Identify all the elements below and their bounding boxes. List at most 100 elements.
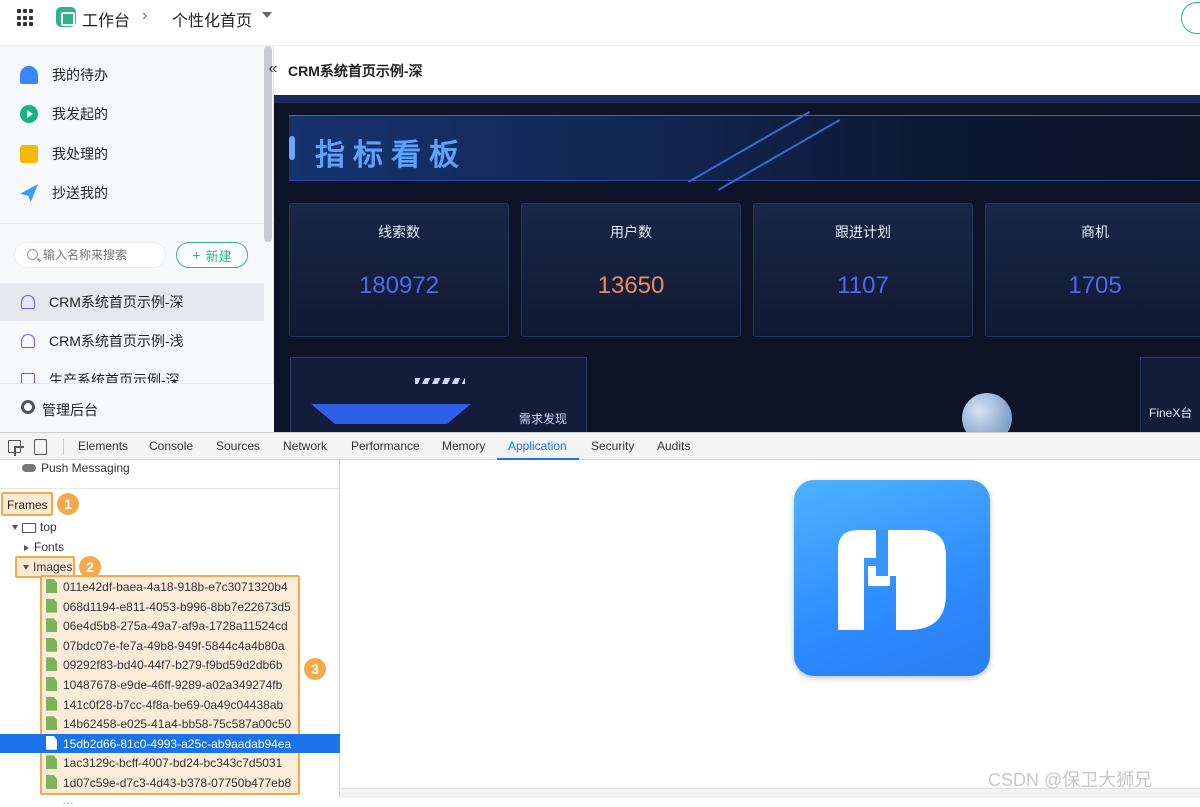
sidebar-item-cc[interactable]: 抄送我的 (0, 174, 262, 212)
banner-glow (289, 136, 295, 160)
image-file-icon (46, 775, 57, 789)
user-avatar-button[interactable] (1181, 2, 1200, 34)
sidebar-item-label: 我处理的 (52, 146, 108, 162)
content-title: CRM系统首页示例-深 (288, 63, 423, 79)
collapse-sidebar-icon[interactable]: « (264, 60, 282, 78)
sidebar-item-label: 我的待办 (52, 67, 108, 83)
image-file-icon (46, 735, 57, 750)
file-row[interactable]: 10487678-e9de-46ff-9289-a02a349274fb (42, 675, 340, 694)
page-item-label: CRM系统首页示例-深 (49, 294, 184, 310)
tree-divider (0, 488, 340, 489)
user-icon (21, 295, 35, 309)
image-file-icon (46, 716, 57, 731)
chevron-down-icon[interactable] (262, 12, 272, 18)
kpi-card-users[interactable]: 用户数 13650 (521, 203, 741, 337)
tree-item-fonts[interactable]: Fonts (24, 540, 64, 554)
workspace-logo-icon (56, 7, 76, 27)
tree-item-images[interactable]: Images (23, 560, 72, 574)
page-item-label: CRM系统首页示例-浅 (49, 333, 184, 349)
file-name: 011e42df-baea-4a18-918b-e7c3071320b4 (63, 580, 288, 594)
dashboard-banner: 指标看板 (289, 111, 1200, 191)
admin-console-label: 管理后台 (42, 402, 98, 418)
new-page-button[interactable]: + 新建 (176, 242, 248, 268)
app-grid-icon[interactable] (17, 9, 35, 27)
devtools-tab-bar: Elements Console Sources Network Perform… (0, 432, 1200, 460)
page-search-box[interactable] (14, 242, 166, 268)
tab-audits[interactable]: Audits (657, 439, 690, 453)
new-page-button-label: 新建 (205, 248, 232, 264)
file-row[interactable]: 141c0f28-b7cc-4f8a-be69-0a49c04438ab (42, 695, 340, 714)
file-row[interactable]: 14b62458-e025-41a4-bb58-75c587a00c50 (42, 714, 340, 733)
file-row[interactable]: 1ac3129c-bcff-4007-bd24-bc343c7d5031 (42, 753, 340, 772)
tree-item-top[interactable]: top (12, 520, 57, 534)
admin-console-link[interactable]: 管理后台 (0, 383, 274, 432)
page-item-crm-dark[interactable]: CRM系统首页示例-深 (0, 283, 264, 321)
workspace-title[interactable]: 工作台 (82, 7, 130, 31)
funnel-stage-label: 需求发现 (519, 412, 568, 426)
file-row[interactable]: 011e42df-baea-4a18-918b-e7c3071320b4 (42, 577, 340, 596)
collapse-triangle-icon (24, 544, 29, 551)
kpi-value: 1705 (1068, 272, 1122, 299)
expand-triangle-icon (23, 565, 29, 571)
file-name: 09292f83-bd40-44f7-b279-f9bd59d2db6b (63, 658, 283, 673)
kpi-card-leads[interactable]: 线索数 180972 (289, 203, 509, 337)
kpi-card-follow-up[interactable]: 跟进计划 1107 (753, 203, 973, 337)
more-files-indicator: … (62, 793, 74, 807)
file-row[interactable]: 1d07c59e-d7c3-4d43-b378-07750b477eb8 (42, 773, 340, 792)
banner-title: 指标看板 (315, 139, 467, 172)
panel-decoration (415, 378, 465, 384)
tree-item-label: top (40, 520, 57, 534)
sidebar: 我的待办 我发起的 我处理的 抄送我的 + 新建 CRM系统首页示例-深 CRM… (0, 46, 274, 432)
dashboard-preview: 指标看板 线索数 180972 用户数 13650 跟进计划 1107 商机 1… (274, 95, 1200, 432)
file-name: 06e4d5b8-275a-49a7-af9a-1728a11524cd (63, 619, 288, 634)
kpi-value: 1107 (837, 272, 889, 299)
file-name: 141c0f28-b7cc-4f8a-be69-0a49c04438ab (63, 697, 284, 712)
page-search-input[interactable] (43, 247, 161, 263)
sidebar-divider (0, 223, 274, 224)
tab-application[interactable]: Application (508, 439, 567, 453)
kpi-card-opportunities[interactable]: 商机 1705 (985, 203, 1200, 337)
tab-performance[interactable]: Performance (351, 439, 420, 453)
dashboard-top-strip (274, 95, 1200, 103)
tab-network[interactable]: Network (283, 439, 327, 453)
image-file-icon (46, 755, 57, 770)
inspect-element-icon[interactable] (8, 440, 24, 456)
page-item-crm-light[interactable]: CRM系统首页示例-浅 (0, 322, 264, 360)
sidebar-item-todo[interactable]: 我的待办 (0, 56, 262, 94)
image-file-icon (46, 637, 57, 652)
funnel-bar (311, 404, 471, 424)
tree-section-frames[interactable]: Frames (7, 498, 48, 512)
sidebar-item-initiated[interactable]: 我发起的 (0, 95, 262, 133)
sidebar-item-handled[interactable]: 我处理的 (0, 135, 262, 173)
image-file-icon (46, 657, 57, 672)
tab-elements[interactable]: Elements (78, 439, 128, 453)
tree-item-label: Push Messaging (41, 461, 130, 475)
file-row-selected[interactable]: 15db2d66-81c0-4993-a25c-ab9aadab94ea (0, 733, 340, 753)
top-bar: 工作台 › 个性化首页 (0, 0, 1200, 46)
image-file-icon (46, 677, 57, 691)
bell-icon (20, 66, 38, 84)
plus-icon: + (192, 247, 201, 263)
page-selector[interactable]: 个性化首页 (172, 7, 252, 31)
tab-sources[interactable]: Sources (216, 439, 260, 453)
file-row[interactable]: 09292f83-bd40-44f7-b279-f9bd59d2db6b (42, 655, 340, 674)
play-icon (20, 105, 38, 123)
tab-memory[interactable]: Memory (442, 439, 485, 453)
image-file-icon (46, 579, 57, 593)
tab-console[interactable]: Console (149, 439, 193, 453)
sidebar-item-label: 抄送我的 (52, 185, 108, 201)
device-toolbar-icon[interactable] (34, 439, 47, 455)
application-sidebar-tree: Push Messaging Frames 1 top Fonts Images… (0, 460, 340, 807)
image-preview-pane (341, 460, 1200, 798)
file-name: 068d1194-e811-4053-b996-8bb7e22673d5 (63, 599, 291, 614)
breadcrumb-separator: › (142, 7, 148, 24)
file-row[interactable]: 068d1194-e811-4053-b996-8bb7e22673d5 (42, 597, 340, 616)
kpi-value: 13650 (597, 272, 665, 299)
toolbar-divider (63, 439, 64, 455)
side-panel: FineX台 (1140, 357, 1200, 432)
file-row[interactable]: 07bdc07e-fe7a-49b8-949f-5844c4a4b80a (42, 636, 340, 655)
tab-security[interactable]: Security (591, 439, 634, 453)
side-panel-label: FineX台 (1149, 406, 1193, 420)
funnel-panel: 需求发现 (290, 357, 587, 432)
file-row[interactable]: 06e4d5b8-275a-49a7-af9a-1728a11524cd (42, 616, 340, 635)
